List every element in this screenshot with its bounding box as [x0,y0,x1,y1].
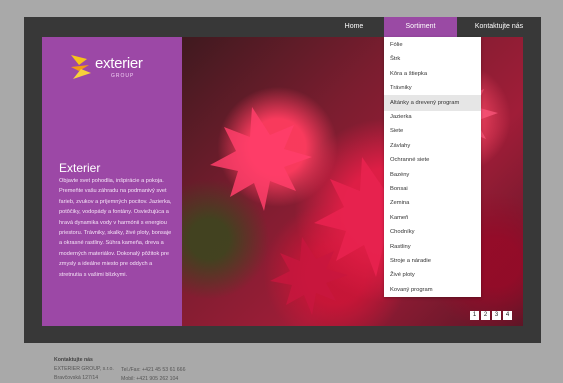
footer-phone: Tel./Fax: +421 45 53 61 666 [121,367,186,373]
sortiment-dropdown-menu: Fólie Štrk Kôra a štiepka Trávniky Altán… [384,37,481,297]
nav-home[interactable]: Home [324,17,384,37]
footer-contact: Kontaktujte nás EXTERIER GROUP, s.r.o. B… [54,356,114,383]
logo-name: exterier [95,55,143,72]
nav-kontakt[interactable]: Kontaktujte nás [457,17,541,37]
menu-item-kovany[interactable]: Kovaný program [384,282,481,298]
footer-mobile: Mobil: +421 905 262 104 [121,376,179,382]
panel-text: Objavte svet pohodlia, inšpirácie a poko… [59,178,172,278]
slide-dot-3[interactable]: 3 [492,311,501,320]
nav-sortiment[interactable]: Sortiment [384,17,457,37]
intro-panel: exterier GROUP Exterier Objavte svet poh… [42,37,182,326]
slide-dot-4[interactable]: 4 [503,311,512,320]
footer-phones: Tel./Fax: +421 45 53 61 666 Mobil: +421 … [121,366,185,383]
footer-address: Bravčovská 127/14 [54,375,99,381]
slide-dot-2[interactable]: 2 [481,311,490,320]
footer-company: EXTERIER GROUP, s.r.o. [54,366,114,372]
slide-dot-1[interactable]: 1 [470,311,479,320]
panel-title: Exterier [59,161,101,175]
logo-mark-icon [71,55,91,79]
top-navigation: Home Sortiment Kontaktujte nás [24,17,541,37]
footer-title: Kontaktujte nás [54,357,93,363]
logo-subtitle: GROUP [111,73,135,79]
logo[interactable]: exterier GROUP [69,53,149,83]
